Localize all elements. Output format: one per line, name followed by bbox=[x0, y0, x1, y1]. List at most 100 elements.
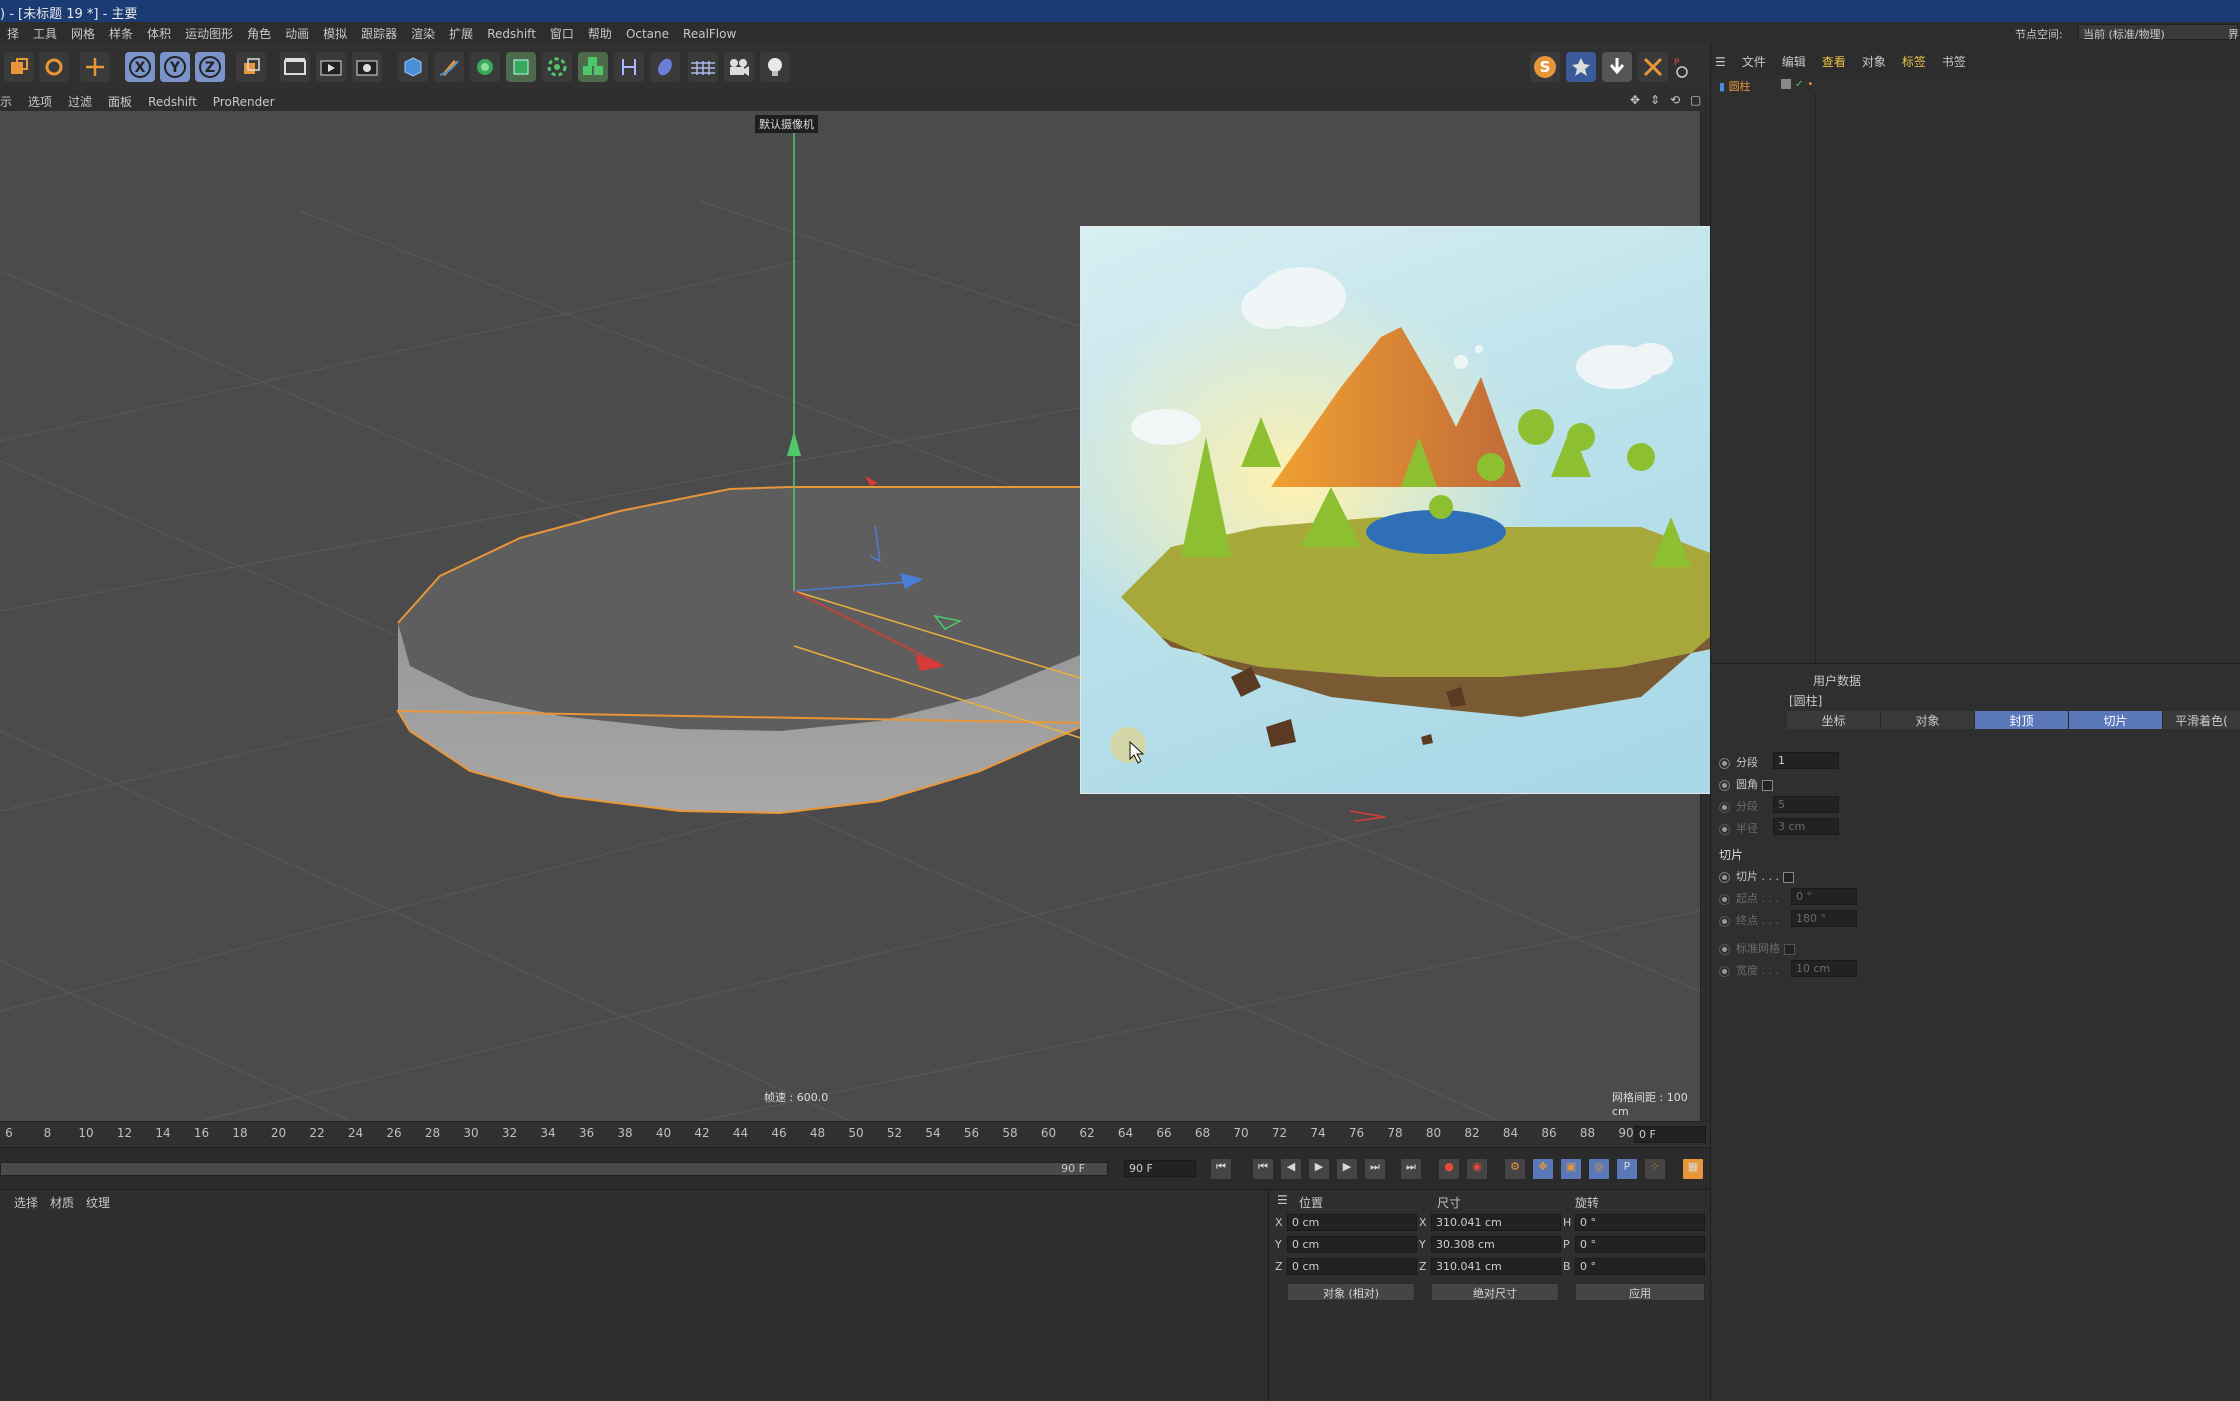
coord-mode-select[interactable]: 对象 (相对) bbox=[1287, 1283, 1415, 1301]
viewport-menu-display[interactable]: 示 bbox=[0, 91, 20, 110]
menu-item-window[interactable]: 窗口 bbox=[543, 22, 581, 42]
viewport-maximize-icon[interactable]: ▢ bbox=[1690, 93, 1701, 107]
floor-icon[interactable] bbox=[688, 52, 718, 82]
keyframe-selection-icon[interactable]: ⚙ bbox=[1504, 1158, 1526, 1180]
viewport-menu-panel[interactable]: 面板 bbox=[100, 91, 140, 110]
objects-menu-view[interactable]: 查看 bbox=[1814, 43, 1854, 70]
key-position-icon[interactable]: ✥ bbox=[1532, 1158, 1554, 1180]
menu-item-mesh[interactable]: 网格 bbox=[64, 22, 102, 42]
go-to-end-icon[interactable]: ⏭ bbox=[1400, 1158, 1422, 1180]
animate-radio-icon[interactable] bbox=[1719, 915, 1730, 927]
z-axis-lock-icon[interactable]: Z bbox=[195, 52, 225, 82]
field-icon[interactable] bbox=[650, 52, 680, 82]
animate-radio-icon[interactable] bbox=[1719, 965, 1730, 977]
position-x-field[interactable]: 0 cm bbox=[1287, 1214, 1417, 1231]
viewport-nav-zoom-icon[interactable]: ⇕ bbox=[1650, 93, 1660, 107]
objects-menu-tags[interactable]: 标签 bbox=[1894, 43, 1934, 70]
octane-icon[interactable] bbox=[1566, 52, 1596, 82]
menu-item-octane[interactable]: Octane bbox=[619, 24, 676, 41]
rotation-p-field[interactable]: 0 ° bbox=[1575, 1236, 1705, 1253]
menu-item-simulate[interactable]: 模拟 bbox=[316, 22, 354, 42]
viewport-menu-prorender[interactable]: ProRender bbox=[205, 93, 283, 109]
current-frame-field[interactable]: 0 F bbox=[1634, 1126, 1706, 1143]
prev-frame-icon[interactable]: ◀ bbox=[1280, 1158, 1302, 1180]
coord-menu-icon[interactable]: ☰ bbox=[1277, 1193, 1288, 1207]
key-rotation-icon[interactable]: ◎ bbox=[1588, 1158, 1610, 1180]
menu-item-volume[interactable]: 体积 bbox=[140, 22, 178, 42]
y-axis-lock-icon[interactable]: Y bbox=[160, 52, 190, 82]
attr-tab-slice[interactable]: 切片 bbox=[2069, 711, 2163, 729]
slice-checkbox[interactable] bbox=[1782, 871, 1794, 883]
camera-icon[interactable] bbox=[724, 52, 754, 82]
rotate-tool-icon[interactable] bbox=[39, 52, 69, 82]
end-frame-field[interactable]: 90 F bbox=[1124, 1160, 1196, 1177]
mograph-cloner-icon[interactable] bbox=[578, 52, 608, 82]
attr-tab-caps[interactable]: 封顶 bbox=[1975, 711, 2069, 729]
menu-item-spline[interactable]: 样条 bbox=[102, 22, 140, 42]
viewport-nav-move-icon[interactable]: ✥ bbox=[1630, 93, 1640, 107]
play-icon[interactable]: ▶ bbox=[1308, 1158, 1330, 1180]
render-region-icon[interactable] bbox=[280, 52, 310, 82]
material-menu-select[interactable]: 选择 bbox=[0, 1196, 44, 1210]
material-menu-texture[interactable]: 纹理 bbox=[80, 1196, 116, 1210]
layout-label[interactable]: 界面 bbox=[2228, 26, 2240, 42]
next-frame-icon[interactable]: ▶ bbox=[1336, 1158, 1358, 1180]
render-view-icon[interactable] bbox=[316, 52, 346, 82]
object-name[interactable]: 圆柱 bbox=[1729, 80, 1751, 93]
apply-button[interactable]: 应用 bbox=[1575, 1283, 1705, 1301]
light-icon[interactable] bbox=[760, 52, 790, 82]
phong-tag-icon[interactable]: • bbox=[1807, 79, 1813, 92]
cloner-icon[interactable] bbox=[542, 52, 572, 82]
width-field[interactable]: 10 cm bbox=[1791, 960, 1857, 977]
attr-tab-object[interactable]: 对象 bbox=[1881, 711, 1975, 729]
animate-radio-icon[interactable] bbox=[1719, 893, 1730, 905]
size-mode-select[interactable]: 绝对尺寸 bbox=[1431, 1283, 1559, 1301]
attr-tab-coord[interactable]: 坐标 bbox=[1787, 711, 1881, 729]
object-row-cylinder[interactable]: ▮ 圆柱 bbox=[1719, 78, 1751, 94]
animate-radio-icon[interactable] bbox=[1719, 871, 1730, 883]
menu-item-character[interactable]: 角色 bbox=[240, 22, 278, 42]
rotation-h-field[interactable]: 0 ° bbox=[1575, 1214, 1705, 1231]
menu-item-mograph[interactable]: 运动图形 bbox=[178, 22, 240, 42]
layer-tag-icon[interactable] bbox=[1781, 79, 1791, 89]
menu-item-help[interactable]: 帮助 bbox=[581, 22, 619, 42]
camera-label[interactable]: 默认摄像机 bbox=[755, 115, 818, 133]
menu-item-tracker[interactable]: 跟踪器 bbox=[354, 22, 404, 42]
animate-radio-icon[interactable] bbox=[1719, 823, 1730, 835]
position-y-field[interactable]: 0 cm bbox=[1287, 1236, 1417, 1253]
timeline-layout-icon[interactable]: ▦ bbox=[1682, 1158, 1704, 1180]
xparticles-icon[interactable] bbox=[1638, 52, 1668, 82]
animate-radio-icon[interactable] bbox=[1719, 801, 1730, 813]
viewport-menu-redshift[interactable]: Redshift bbox=[140, 93, 205, 109]
move-tool-icon[interactable] bbox=[80, 52, 110, 82]
key-parameter-icon[interactable]: P bbox=[1616, 1158, 1638, 1180]
animate-radio-icon[interactable] bbox=[1719, 779, 1730, 791]
viewport-menu-filter[interactable]: 过滤 bbox=[60, 91, 100, 110]
menu-item-tools[interactable]: 工具 bbox=[26, 22, 64, 42]
timeline-ruler[interactable]: 6 8 10 12 14 16 18 20 22 24 26 28 30 32 34 36 38 40 42 44 46… bbox=[0, 1122, 1633, 1148]
pen-spline-icon[interactable] bbox=[434, 52, 464, 82]
timeline[interactable]: 6 8 10 12 14 16 18 20 22 24 26 28 30 32 34 36 38 40 42 44 46… bbox=[0, 1121, 1710, 1147]
record-icon[interactable]: ● bbox=[1438, 1158, 1460, 1180]
hamburger-icon[interactable]: ☰ bbox=[1711, 45, 1734, 69]
objects-menu-edit[interactable]: 编辑 bbox=[1774, 43, 1814, 70]
frame-range-slider[interactable]: 90 F bbox=[0, 1162, 1108, 1176]
size-x-field[interactable]: 310.041 cm bbox=[1431, 1214, 1561, 1231]
autokey-icon[interactable]: ◉ bbox=[1466, 1158, 1488, 1180]
render-settings-icon[interactable] bbox=[352, 52, 382, 82]
go-to-prev-key-icon[interactable]: ⏮ bbox=[1252, 1158, 1274, 1180]
objects-menu-file[interactable]: 文件 bbox=[1734, 43, 1774, 70]
menu-item-render[interactable]: 渲染 bbox=[404, 22, 442, 42]
fillet-checkbox[interactable] bbox=[1762, 779, 1773, 791]
fillet-radius-field[interactable]: 3 cm bbox=[1773, 818, 1839, 835]
download-arrow-icon[interactable] bbox=[1602, 52, 1632, 82]
key-pla-icon[interactable]: ⁘ bbox=[1644, 1158, 1666, 1180]
objects-menu-object[interactable]: 对象 bbox=[1854, 43, 1894, 70]
fillet-segments-field[interactable]: 5 bbox=[1773, 796, 1839, 813]
go-to-next-key-icon[interactable]: ⏭ bbox=[1364, 1158, 1386, 1180]
redshift-s-icon[interactable]: S bbox=[1530, 52, 1560, 82]
slice-from-field[interactable]: 0 ° bbox=[1791, 888, 1857, 905]
viewport-nav-rotate-icon[interactable]: ⟲ bbox=[1670, 93, 1680, 107]
key-scale-icon[interactable]: ▣ bbox=[1560, 1158, 1582, 1180]
animate-radio-icon[interactable] bbox=[1719, 757, 1730, 769]
